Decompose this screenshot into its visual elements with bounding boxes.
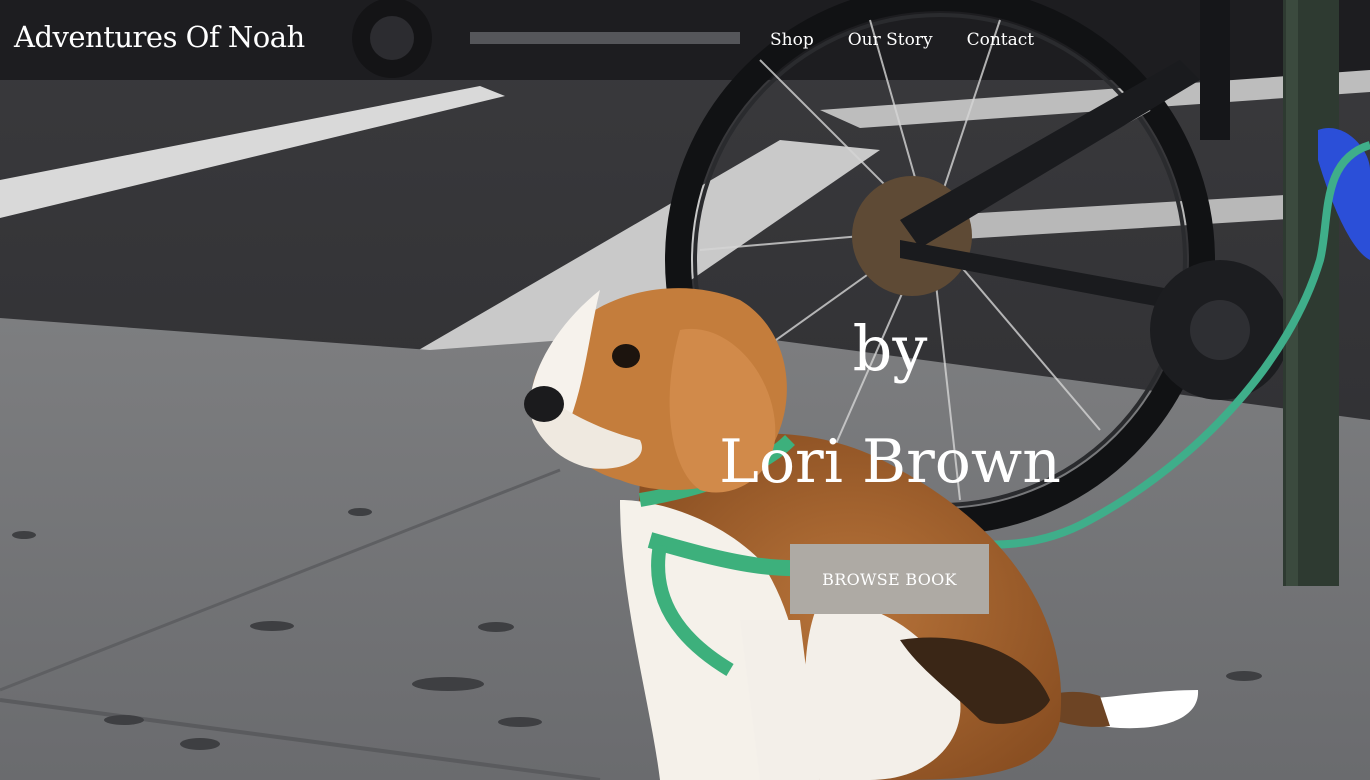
hero-background-image xyxy=(0,0,1370,780)
nav-item-our-story[interactable]: Our Story xyxy=(848,30,933,50)
site-title-link[interactable]: Adventures Of Noah xyxy=(14,20,305,54)
hero-author-name: Lori Brown xyxy=(719,427,1061,497)
main-nav: Shop Our Story Contact xyxy=(770,30,1068,50)
browse-book-button[interactable]: BROWSE BOOK xyxy=(790,544,989,614)
nav-item-shop[interactable]: Shop xyxy=(770,30,814,50)
nav-item-contact[interactable]: Contact xyxy=(967,30,1035,50)
hero-byline: by xyxy=(852,312,928,385)
